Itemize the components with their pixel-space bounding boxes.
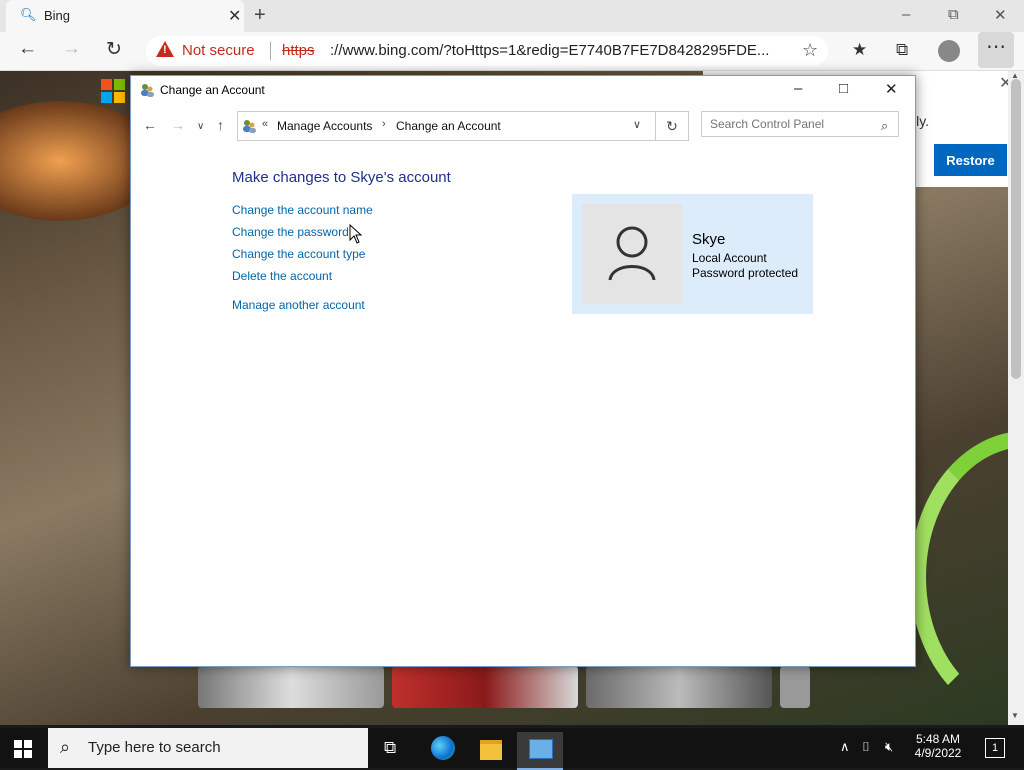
user-icon <box>608 226 656 281</box>
forward-icon[interactable]: → <box>62 38 81 60</box>
browser-restore-icon[interactable]: ⧉ <box>948 6 959 23</box>
news-thumbnail[interactable] <box>586 666 772 708</box>
control-panel-window: Change an Account – □ ✕ ← → ∨ ↑ « Manage… <box>130 75 916 667</box>
minimize-icon[interactable]: – <box>794 80 802 97</box>
avatar <box>582 204 682 304</box>
user-accounts-icon <box>243 120 256 133</box>
page-title: Make changes to Skye's account <box>232 169 451 186</box>
taskbar-search[interactable]: ⌕ Type here to search <box>48 728 368 768</box>
address-divider <box>270 42 271 60</box>
page-scrollbar[interactable]: ▲ ▼ <box>1008 71 1024 725</box>
clock-time: 5:48 AM <box>915 732 961 746</box>
chevron-down-icon[interactable]: ∨ <box>633 118 641 131</box>
browser-tab-bar: 🔍︎ Bing ✕ + – ⧉ ✕ <box>0 0 1024 32</box>
up-icon[interactable]: ↑ <box>217 117 224 133</box>
refresh-button[interactable]: ↻ <box>655 111 689 141</box>
taskbar: ⌕ Type here to search ⧉ ∧ ⌷ 🔇︎ 5:48 AM 4… <box>0 728 1024 770</box>
favorites-icon[interactable]: ★ <box>852 40 867 60</box>
forward-icon[interactable]: → <box>171 117 185 133</box>
browser-nav-bar: ← → ↻ ! Not secure https ://www.bing.com… <box>0 32 1024 71</box>
url-scheme: https <box>282 42 315 59</box>
breadcrumb-overflow[interactable]: « <box>262 118 268 130</box>
file-explorer-icon[interactable] <box>468 732 514 768</box>
delete-account-link[interactable]: Delete the account <box>232 269 332 283</box>
clock-date: 4/9/2022 <box>914 746 962 760</box>
change-account-type-link[interactable]: Change the account type <box>232 247 365 261</box>
manage-another-account-link[interactable]: Manage another account <box>232 298 365 312</box>
change-account-name-link[interactable]: Change the account name <box>232 203 373 217</box>
new-tab-button[interactable]: + <box>254 4 266 27</box>
account-card: Skye Local Account Password protected <box>572 194 813 314</box>
background-image-arc <box>910 431 1008 723</box>
maximize-icon[interactable]: □ <box>839 80 848 97</box>
warning-icon-mark: ! <box>163 44 167 56</box>
settings-menu-icon[interactable]: ⋯ <box>978 32 1014 68</box>
breadcrumb-manage-accounts[interactable]: Manage Accounts <box>277 119 372 133</box>
back-icon[interactable]: ← <box>18 38 37 60</box>
scrollbar-thumb[interactable] <box>1011 79 1021 379</box>
collections-icon[interactable]: ⧉ <box>896 40 908 60</box>
windows-start-icon[interactable] <box>14 740 32 758</box>
favorite-star-icon[interactable]: ☆ <box>802 40 818 61</box>
taskbar-search-placeholder: Type here to search <box>88 739 221 756</box>
window-title: Change an Account <box>160 83 265 97</box>
browser-tab[interactable]: 🔍︎ Bing ✕ <box>6 0 244 32</box>
not-secure-label[interactable]: Not secure <box>182 42 255 59</box>
volume-muted-icon[interactable]: 🔇︎ <box>885 739 893 755</box>
news-thumbnail[interactable] <box>198 666 384 708</box>
refresh-icon[interactable]: ↻ <box>106 38 122 61</box>
taskbar-clock[interactable]: 5:48 AM 4/9/2022 <box>906 732 970 760</box>
network-icon[interactable]: ⌷ <box>862 739 870 755</box>
close-icon[interactable]: ✕ <box>885 80 898 98</box>
chevron-up-icon[interactable]: ∧ <box>840 739 850 755</box>
tab-title: Bing <box>44 8 71 23</box>
bing-search-icon: 🔍︎ <box>20 7 37 22</box>
edge-icon[interactable] <box>420 732 466 768</box>
url-text: ://www.bing.com/?toHttps=1&redig=E7740B7… <box>330 42 770 59</box>
control-panel-taskbar-icon[interactable] <box>517 732 563 770</box>
browser-close-icon[interactable]: ✕ <box>994 6 1007 24</box>
browser-minimize-icon[interactable]: – <box>902 6 910 23</box>
search-icon: ⌕ <box>881 118 889 133</box>
task-view-icon[interactable]: ⧉ <box>370 732 416 768</box>
account-status: Password protected <box>692 266 799 280</box>
notification-close-icon[interactable]: ✕ <box>999 73 1008 93</box>
profile-avatar[interactable] <box>938 40 960 62</box>
search-icon: ⌕ <box>60 737 71 757</box>
mouse-cursor-icon <box>349 224 363 244</box>
chevron-right-icon[interactable]: › <box>382 118 386 130</box>
microsoft-logo-icon[interactable] <box>101 79 125 103</box>
restore-button[interactable]: Restore <box>934 144 1007 176</box>
recent-locations-icon[interactable]: ∨ <box>197 121 204 132</box>
search-input[interactable] <box>701 111 899 137</box>
notifications-icon[interactable]: 1 <box>985 738 1005 758</box>
user-accounts-icon <box>141 84 154 97</box>
address-bar[interactable]: ! Not secure https ://www.bing.com/?toHt… <box>146 36 828 66</box>
back-icon[interactable]: ← <box>143 117 157 133</box>
change-password-link[interactable]: Change the password <box>232 225 349 239</box>
account-name: Skye <box>692 231 726 248</box>
breadcrumb[interactable]: « Manage Accounts › Change an Account ∨ <box>237 111 689 141</box>
tab-close-icon[interactable]: ✕ <box>228 6 241 26</box>
scroll-down-icon[interactable]: ▼ <box>1011 711 1019 720</box>
news-thumbnail[interactable] <box>392 666 578 708</box>
news-thumbnail[interactable] <box>780 666 810 708</box>
account-type: Local Account <box>692 251 767 265</box>
breadcrumb-change-account[interactable]: Change an Account <box>396 119 501 133</box>
